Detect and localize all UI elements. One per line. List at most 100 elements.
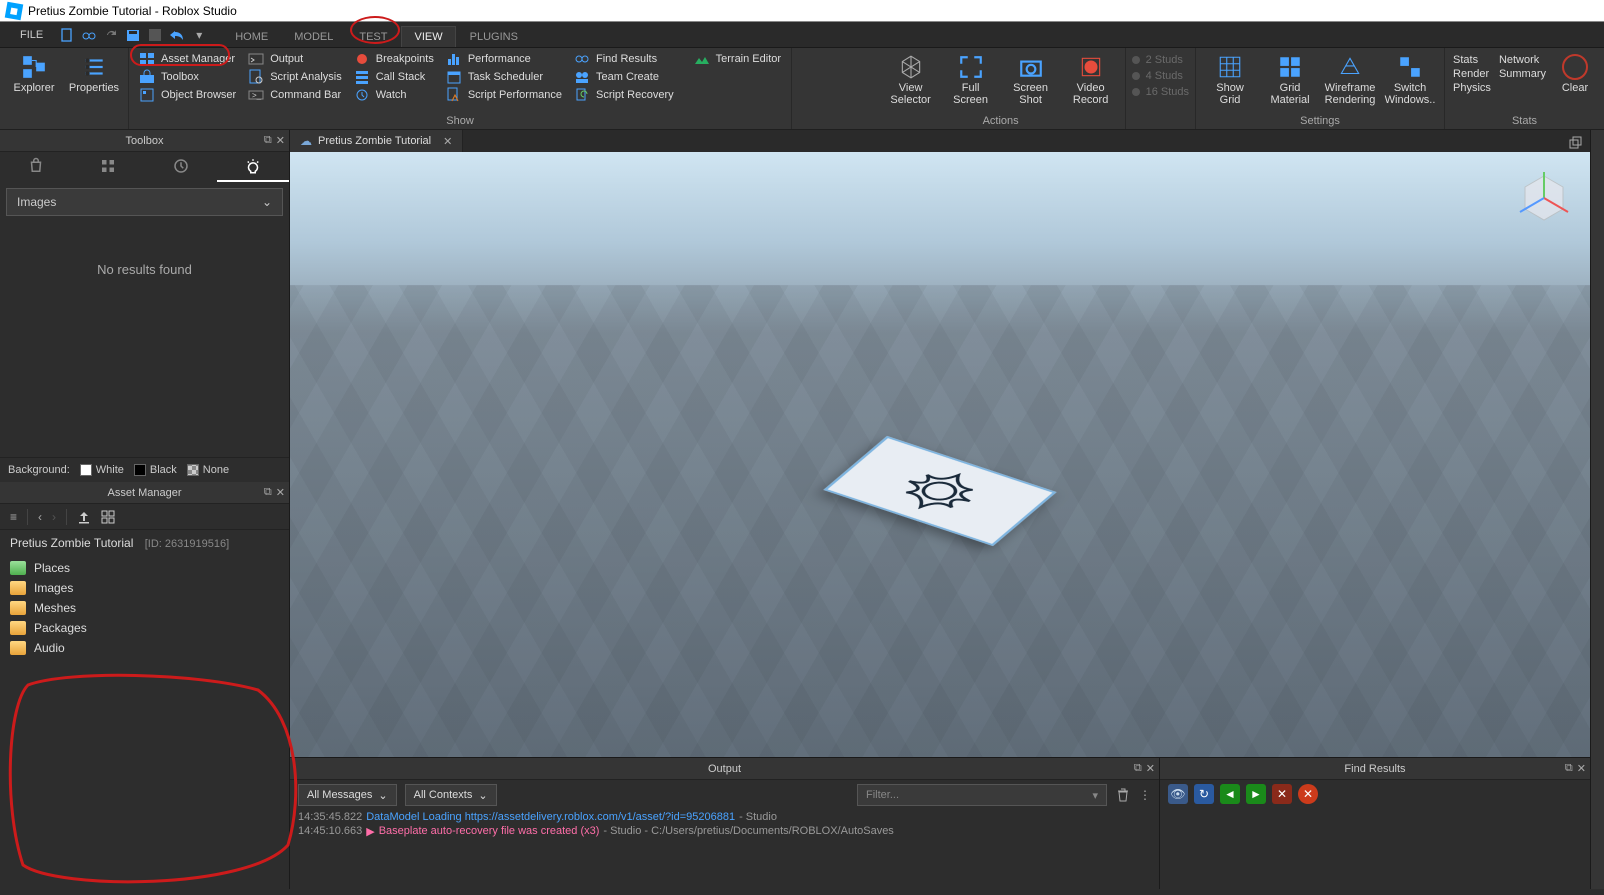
output-button[interactable]: Output bbox=[244, 50, 346, 68]
output-close-icon[interactable]: ✕ bbox=[1146, 762, 1155, 775]
tab-home[interactable]: HOME bbox=[223, 27, 280, 47]
redo-icon[interactable] bbox=[103, 27, 119, 43]
am-upload-icon[interactable] bbox=[77, 510, 91, 524]
find-next-icon[interactable]: ► bbox=[1246, 784, 1266, 804]
task-scheduler-button[interactable]: Task Scheduler bbox=[442, 68, 566, 86]
toolbox-close-icon[interactable]: ✕ bbox=[276, 134, 285, 147]
toolbox-button[interactable]: Toolbox bbox=[135, 68, 240, 86]
terrain-editor-button[interactable]: Terrain Editor bbox=[690, 50, 785, 68]
toolbox-tab-recent[interactable] bbox=[145, 152, 217, 182]
output-messages-dropdown[interactable]: All Messages⌄ bbox=[298, 784, 397, 806]
am-forward-icon[interactable]: › bbox=[52, 510, 56, 524]
am-folder-places[interactable]: Places bbox=[10, 558, 279, 578]
performance-button[interactable]: Performance bbox=[442, 50, 566, 68]
toolbox-tab-creations[interactable] bbox=[217, 152, 289, 182]
new-icon[interactable] bbox=[59, 27, 75, 43]
undo-icon[interactable] bbox=[169, 27, 185, 43]
stats-network[interactable]: Network bbox=[1499, 54, 1546, 66]
save-icon[interactable] bbox=[125, 27, 141, 43]
toolbox-category-dropdown[interactable]: Images ⌄ bbox=[6, 188, 283, 216]
studs-4[interactable]: 4 Studs bbox=[1132, 70, 1189, 82]
asset-manager-list: Places Images Meshes Packages Audio bbox=[0, 556, 289, 660]
window-title: Pretius Zombie Tutorial - Roblox Studio bbox=[28, 4, 237, 18]
stop-icon[interactable] bbox=[147, 27, 163, 43]
switch-windows-button[interactable]: Switch Windows.. bbox=[1382, 50, 1438, 113]
close-tab-icon[interactable]: ✕ bbox=[443, 135, 452, 148]
explorer-button[interactable]: Explorer bbox=[6, 50, 62, 129]
am-folder-meshes[interactable]: Meshes bbox=[10, 598, 279, 618]
breakpoints-button[interactable]: Breakpoints bbox=[350, 50, 438, 68]
find-binoculars-icon[interactable]: 👁 bbox=[1168, 784, 1188, 804]
clear-button[interactable]: Clear bbox=[1552, 50, 1598, 113]
wireframe-button[interactable]: Wireframe Rendering bbox=[1322, 50, 1378, 113]
toolbox-undock-icon[interactable]: ⧉ bbox=[264, 134, 272, 147]
tab-model[interactable]: MODEL bbox=[282, 27, 345, 47]
full-screen-button[interactable]: Full Screen bbox=[943, 50, 999, 113]
show-grid-button[interactable]: Show Grid bbox=[1202, 50, 1258, 113]
find-stop-icon[interactable]: ✕ bbox=[1298, 784, 1318, 804]
team-create-button[interactable]: Team Create bbox=[570, 68, 678, 86]
find-undock-icon[interactable]: ⧉ bbox=[1565, 762, 1573, 775]
am-folder-packages[interactable]: Packages bbox=[10, 618, 279, 638]
stats-physics[interactable]: Physics bbox=[1453, 82, 1491, 94]
tab-view[interactable]: VIEW bbox=[401, 26, 455, 47]
output-filter-input[interactable]: Filter...▾ bbox=[857, 784, 1107, 806]
output-log-line: 14:45:10.663 ▶ Baseplate auto-recovery f… bbox=[290, 824, 1159, 839]
watch-button[interactable]: Watch bbox=[350, 86, 438, 104]
studs-4-label: 4 Studs bbox=[1146, 70, 1183, 82]
find-results-button[interactable]: Find Results bbox=[570, 50, 678, 68]
view-selector-button[interactable]: View Selector bbox=[883, 50, 939, 113]
file-menu[interactable]: FILE bbox=[10, 29, 53, 41]
tab-test[interactable]: TEST bbox=[347, 27, 399, 47]
call-stack-button[interactable]: Call Stack bbox=[350, 68, 438, 86]
viewport-3d[interactable] bbox=[290, 152, 1590, 757]
script-analysis-button[interactable]: Script Analysis bbox=[244, 68, 346, 86]
view-gizmo[interactable] bbox=[1512, 166, 1576, 230]
video-record-button[interactable]: Video Record bbox=[1063, 50, 1119, 113]
log-expand-icon[interactable]: ▶ bbox=[366, 825, 374, 838]
am-folder-audio[interactable]: Audio bbox=[10, 638, 279, 658]
clear-icon bbox=[1562, 54, 1588, 80]
find-refresh-icon[interactable]: ↻ bbox=[1194, 784, 1214, 804]
stats-render[interactable]: Render bbox=[1453, 68, 1491, 80]
performance-icon bbox=[446, 51, 462, 67]
right-collapsed-panel[interactable] bbox=[1590, 130, 1604, 889]
toolbox-tab-inventory[interactable] bbox=[72, 152, 144, 182]
bg-black-option[interactable]: Black bbox=[134, 464, 177, 476]
output-contexts-dropdown[interactable]: All Contexts⌄ bbox=[405, 784, 497, 806]
bg-white-option[interactable]: White bbox=[80, 464, 124, 476]
studs-2[interactable]: 2 Studs bbox=[1132, 54, 1189, 66]
find-prev-icon[interactable]: ◄ bbox=[1220, 784, 1240, 804]
script-performance-button[interactable]: Script Performance bbox=[442, 86, 566, 104]
popout-icon[interactable] bbox=[1566, 134, 1584, 152]
object-browser-button[interactable]: Object Browser bbox=[135, 86, 240, 104]
binoculars-icon[interactable] bbox=[81, 27, 97, 43]
script-recovery-button[interactable]: Script Recovery bbox=[570, 86, 678, 104]
am-menu-icon[interactable]: ≡ bbox=[10, 510, 17, 524]
am-close-icon[interactable]: ✕ bbox=[276, 486, 285, 499]
document-tab[interactable]: ☁ Pretius Zombie Tutorial ✕ bbox=[290, 130, 463, 152]
screen-shot-button[interactable]: Screen Shot bbox=[1003, 50, 1059, 113]
grid-material-button[interactable]: Grid Material bbox=[1262, 50, 1318, 113]
am-back-icon[interactable]: ‹ bbox=[38, 510, 42, 524]
am-grid-icon[interactable] bbox=[101, 510, 115, 524]
am-folder-images[interactable]: Images bbox=[10, 578, 279, 598]
properties-button[interactable]: Properties bbox=[66, 50, 122, 129]
output-undock-icon[interactable]: ⧉ bbox=[1134, 762, 1142, 775]
output-clear-icon[interactable] bbox=[1115, 787, 1131, 803]
am-project-name[interactable]: Pretius Zombie Tutorial bbox=[10, 536, 133, 550]
log-source: - Studio bbox=[739, 811, 777, 823]
studs-16[interactable]: 16 Studs bbox=[1132, 86, 1189, 98]
find-clear-icon[interactable]: ✕ bbox=[1272, 784, 1292, 804]
qat-dropdown-icon[interactable]: ▾ bbox=[191, 27, 207, 43]
stats-stats[interactable]: Stats bbox=[1453, 54, 1491, 66]
toolbox-tab-marketplace[interactable] bbox=[0, 152, 72, 182]
command-bar-button[interactable]: >_Command Bar bbox=[244, 86, 346, 104]
asset-manager-button[interactable]: Asset Manager bbox=[135, 50, 240, 68]
stats-summary[interactable]: Summary bbox=[1499, 68, 1546, 80]
find-close-icon[interactable]: ✕ bbox=[1577, 762, 1586, 775]
tab-plugins[interactable]: PLUGINS bbox=[458, 27, 530, 47]
bg-none-option[interactable]: None bbox=[187, 464, 229, 476]
am-undock-icon[interactable]: ⧉ bbox=[264, 486, 272, 499]
output-more-icon[interactable]: ⋮ bbox=[1139, 788, 1151, 802]
